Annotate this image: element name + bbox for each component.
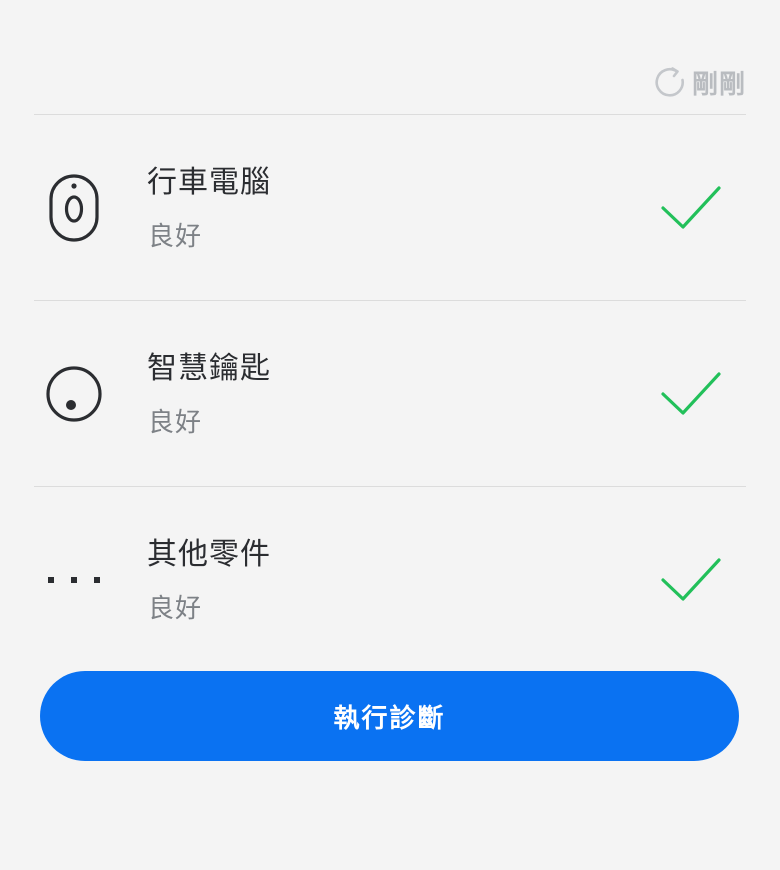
- smart-key-icon: [44, 354, 104, 434]
- diag-item-other-parts[interactable]: 其他零件 良好: [34, 487, 746, 672]
- refresh-control[interactable]: 剛剛: [654, 62, 746, 102]
- more-dots-icon: [44, 540, 104, 620]
- item-name: 行車電腦: [147, 165, 271, 200]
- last-updated-label: 剛剛: [691, 69, 746, 100]
- item-name: 智慧鑰匙: [147, 351, 271, 386]
- item-status: 良好: [148, 594, 203, 624]
- check-icon: [660, 183, 722, 233]
- refresh-icon[interactable]: [654, 66, 686, 98]
- run-diagnostics-button[interactable]: 執行診斷: [40, 671, 739, 761]
- item-status: 良好: [148, 222, 203, 252]
- check-icon: [660, 369, 722, 419]
- diag-item-smart-key[interactable]: 智慧鑰匙 良好: [34, 301, 746, 487]
- item-status: 良好: [148, 408, 203, 438]
- diagnostics-list: 行車電腦 良好 智慧鑰匙 良好 其他零件 良好: [34, 115, 746, 672]
- item-name: 其他零件: [147, 537, 271, 572]
- car-computer-icon: [44, 168, 104, 248]
- diag-item-car-computer[interactable]: 行車電腦 良好: [34, 115, 746, 301]
- check-icon: [660, 555, 722, 605]
